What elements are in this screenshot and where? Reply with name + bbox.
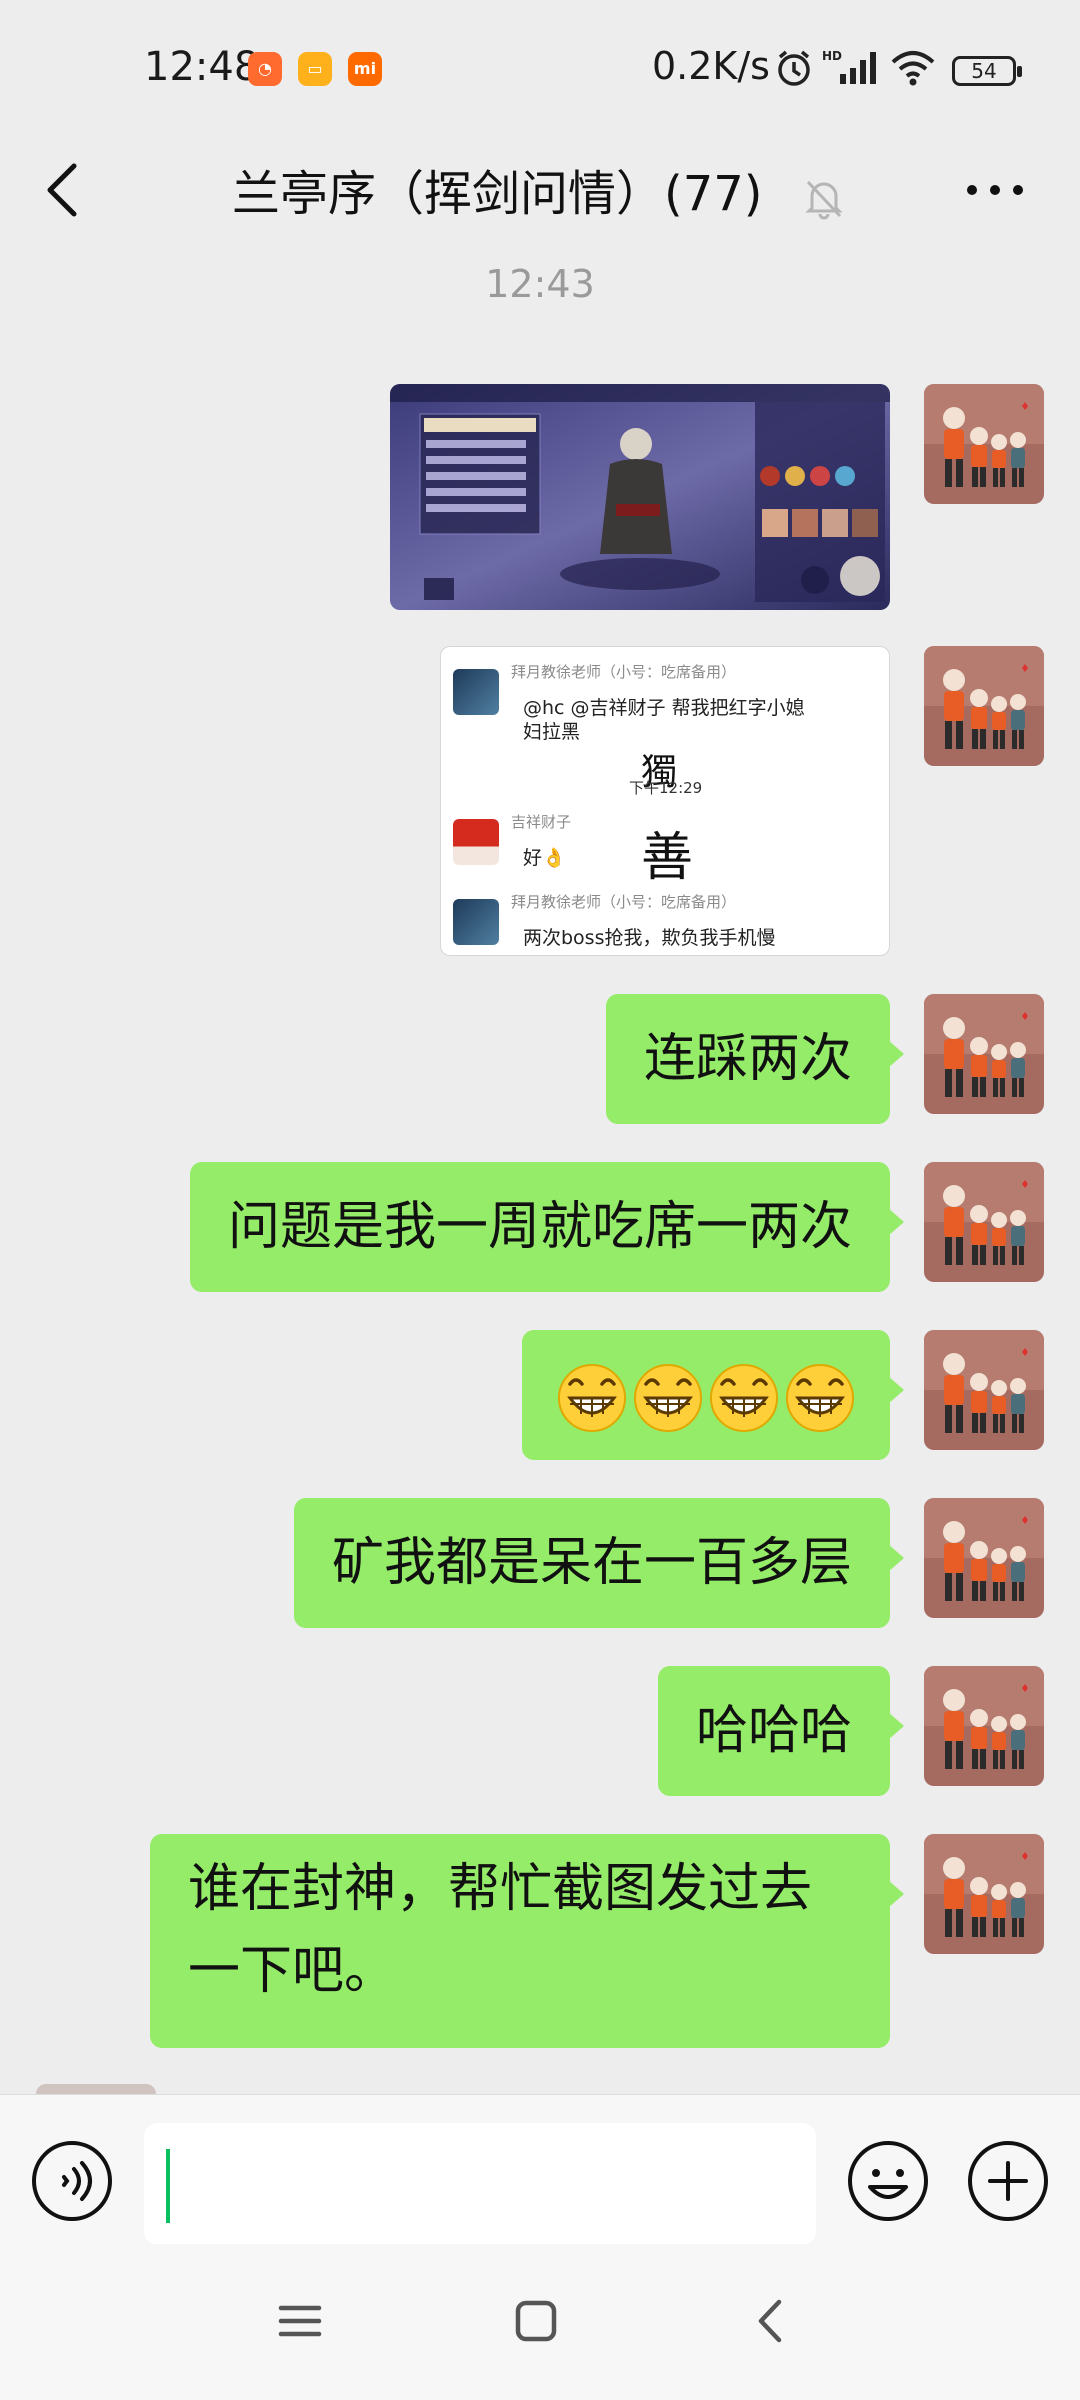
mute-bell-icon (805, 180, 843, 220)
chat-title: 兰亭序（挥剑问情）(77) (232, 166, 763, 222)
screenshot-message-text: 两次boss抢我，欺负我手机慢 (523, 927, 776, 949)
hd-signal-icon: HD (822, 49, 876, 84)
image-message-chat-screenshot[interactable]: 拜月教徐老师（小号：吃席备用） @hc @吉祥财子 帮我把红字小媳 妇拉黑 獨 … (440, 646, 890, 956)
screenshot-time: 下午12:29 (629, 779, 703, 797)
message-bubble[interactable]: 谁在封神，帮忙截图发过去一下吧。 (150, 1834, 904, 2048)
screenshot-avatar (453, 899, 499, 945)
avatar[interactable] (924, 994, 1044, 1114)
message-bubble[interactable]: 连踩两次 (605, 994, 905, 1124)
svg-text:HD: HD (822, 49, 842, 63)
chat-header: 兰亭序（挥剑问情）(77) (0, 130, 1080, 250)
message-timestamp: 12:43 (485, 262, 595, 306)
message-bubble-emoji[interactable] (522, 1330, 904, 1460)
message-bubble[interactable]: 矿我都是呆在一百多层 (293, 1498, 905, 1628)
grinning-emoji-icon (556, 1362, 628, 1434)
home-icon[interactable] (501, 2286, 571, 2356)
app-icon-mi: mi (348, 52, 382, 86)
plus-icon[interactable] (966, 2139, 1050, 2223)
avatar[interactable] (924, 646, 1044, 766)
back-icon[interactable] (737, 2286, 807, 2356)
avatar[interactable] (924, 384, 1044, 504)
avatar[interactable] (924, 1834, 1044, 1954)
sticker-text: 善 (641, 828, 694, 888)
game-screenshot-image (390, 384, 890, 610)
status-time: 12:48 (144, 44, 260, 90)
avatar[interactable] (924, 1330, 1044, 1450)
screenshot-message-text: @hc @吉祥财子 帮我把红字小媳 (523, 697, 805, 719)
message-input[interactable] (144, 2123, 816, 2245)
voice-icon[interactable] (30, 2139, 114, 2223)
avatar[interactable] (924, 1666, 1044, 1786)
menu-icon[interactable] (265, 2286, 335, 2356)
input-bar (0, 2094, 1080, 2245)
app-icon-orange: ◔ (248, 52, 282, 86)
screenshot-avatar (453, 819, 499, 865)
grinning-emoji-icon (632, 1362, 704, 1434)
message-bubble[interactable]: 哈哈哈 (657, 1666, 905, 1796)
more-dots-icon[interactable] (960, 160, 1030, 220)
screenshot-sender-name: 拜月教徐老师（小号：吃席备用） (511, 663, 737, 681)
status-bar: 12:48 ◔ ▭ mi 0.2K/s HD 54 (0, 0, 1080, 130)
app-icon-yellow: ▭ (298, 52, 332, 86)
screenshot-sender-name: 拜月教徐老师（小号：吃席备用） (511, 893, 737, 911)
grinning-emoji-icon (784, 1362, 856, 1434)
battery-icon: 54 (952, 56, 1022, 86)
network-speed: 0.2K/s (652, 44, 770, 88)
avatar[interactable] (924, 1162, 1044, 1282)
wifi-icon (891, 51, 935, 86)
screenshot-sender-name: 吉祥财子 (511, 813, 572, 831)
image-message-game-screenshot[interactable] (390, 384, 890, 610)
back-arrow-icon[interactable] (36, 150, 116, 230)
screenshot-avatar (453, 669, 499, 715)
grinning-emoji-icon (708, 1362, 780, 1434)
avatar[interactable] (924, 1498, 1044, 1618)
system-navigation-bar (0, 2244, 1080, 2400)
screenshot-message-text: 妇拉黑 (523, 721, 581, 743)
message-bubble[interactable]: 问题是我一周就吃席一两次 (189, 1162, 905, 1292)
alarm-icon (778, 50, 810, 86)
text-caret (166, 2149, 170, 2223)
emoji-icon[interactable] (846, 2139, 930, 2223)
screenshot-message-text: 好👌 (523, 847, 566, 869)
